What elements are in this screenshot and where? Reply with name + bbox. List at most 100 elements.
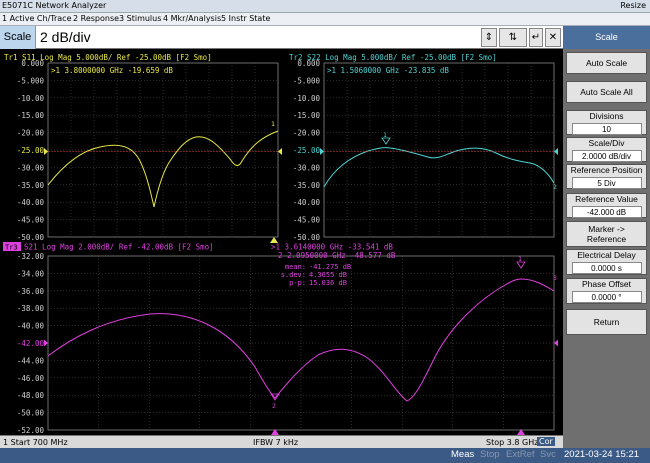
trace3-ytick-label: -52.00 [17,426,45,435]
stats-value-mean: -41.275 dB [309,263,351,271]
svg-text:2: 2 [553,183,557,191]
trace1-ytick-label: 0.000 [21,59,44,68]
trace2-ytick-label: -50.00 [293,233,321,242]
trace3-ytick-label: -36.00 [17,287,45,296]
stats-label-sdev: s.dev: [281,271,306,279]
entry-bar: Scale 2 dB/div ⇕ ⇅ ↵ ✕ [0,26,563,49]
electrical-delay-button[interactable]: Electrical Delay 0.0000 s [566,249,647,275]
stats-label-pp: p-p: [289,279,306,287]
stats-value-pp: 15.036 dB [309,279,347,287]
trace2-ytick-label: -40.00 [293,198,321,207]
trace3-ytick-label: -48.00 [17,391,45,400]
trace3-ytick-label: -34.00 [17,269,45,278]
menu-item-response[interactable]: 2 Response [73,14,119,23]
ref-value-label: Reference Value [575,194,638,204]
trace2-ytick-label: -10.00 [293,94,321,103]
return-button[interactable]: Return [566,309,647,335]
trace2-header: Tr2 S22 Log Mag 5.000dB/ Ref -25.00dB [F… [289,53,497,62]
menu-item-stimulus[interactable]: 3 Stimulus [119,14,161,23]
trace2-ytick-label: -15.00 [293,111,321,120]
datetime-display: 2021-03-24 15:21 [564,449,640,460]
trace1-marker-readout: >1 3.8000000 GHz -19.659 dB [51,66,173,75]
svg-text:1: 1 [518,255,522,263]
ref-position-button[interactable]: Reference Position 5 Div [566,164,647,189]
trace2-ytick-label: -35.00 [293,181,321,190]
phase-offset-label: Phase Offset [582,279,631,289]
stats-label-mean: mean: [285,263,306,271]
trace3-ytick-label: -40.00 [17,322,45,331]
cor-badge: Cor [537,437,555,446]
trace1-marker-flag: 1 [271,120,275,128]
stop-frequency: Stop 3.8 GHz [486,438,539,447]
stats-value-sdev: 4.3655 dB [309,271,347,279]
divisions-label: Divisions [589,111,624,121]
elec-delay-value: 0.0000 s [571,262,642,274]
trace2-ytick-label: -20.00 [293,129,321,138]
trace2-marker-flag: 1 [383,131,387,139]
trace1-ytick-label: -50.00 [17,233,45,242]
trace2-marker-readout: >1 1.5060000 GHz -23.835 dB [327,66,449,75]
title-bar: E5071C Network Analyzer Resize [0,0,650,13]
instrument-status-bar: Meas Stop ExtRef Svc 2021-03-24 15:21 [0,448,650,463]
trace1-ytick-label: -10.00 [17,94,45,103]
trace2-ytick-label: -5.000 [293,76,321,85]
scale-div-value: 2.0000 dB/div [571,150,642,162]
marker-ref-line2: Reference [586,234,627,244]
ifbw-readout: IFBW 7 kHz [253,438,299,447]
trace2-ytick-label: -30.00 [293,163,321,172]
resize-label[interactable]: Resize [620,1,646,10]
trace1-ytick-label: -5.000 [17,76,45,85]
trace1-ytick-label: -20.00 [17,129,45,138]
menu-bar: 1 Active Ch/Trace 2 Response 3 Stimulus … [0,13,650,26]
spin-up-down-icon[interactable]: ⇕ [481,28,497,47]
start-frequency: 1 Start 700 MHz [3,438,68,447]
auto-scale-button[interactable]: Auto Scale [566,52,647,74]
step-up-down-icon[interactable]: ⇅ [499,28,527,47]
svg-text:2: 2 [272,402,276,410]
divisions-button[interactable]: Divisions 10 [566,110,647,135]
svc-indicator: Svc [540,449,556,460]
scale-div-button[interactable]: Scale/Div 2.0000 dB/div [566,137,647,162]
softkey-panel-title: Scale [563,26,650,49]
trace2-ytick-label: -45.00 [293,216,321,225]
menu-item-instr-state[interactable]: 5 Instr State [221,14,270,23]
trace3-header: S21 Log Mag 2.000dB/ Ref -42.00dB [F2 Sm… [24,243,214,252]
softkey-panel: Scale Auto Scale Auto Scale All Division… [563,26,650,448]
trace3-ytick-label: -46.00 [17,374,45,383]
elec-delay-label: Electrical Delay [577,250,636,260]
trace3-marker2-readout: 2 2.0950000 GHz -48.577 dB [278,251,396,260]
stop-indicator: Stop [480,449,500,460]
menu-item-active-ch[interactable]: 1 Active Ch/Trace [2,14,72,23]
trace3-ytick-label: -42.00 [17,339,45,348]
phase-offset-value: 0.0000 ° [571,291,642,303]
svg-text:3: 3 [553,274,557,282]
menu-item-mkr-analysis[interactable]: 4 Mkr/Analysis [163,14,221,23]
trace1-ytick-label: -40.00 [17,198,45,207]
trace3-ytick-label: -44.00 [17,356,45,365]
trace-display: Tr1 S11 Log Mag 5.000dB/ Ref -25.00dB [F… [0,49,563,435]
trace3-ytick-label: -32.00 [17,252,45,261]
ref-position-label: Reference Position [570,165,643,175]
ref-value-button[interactable]: Reference Value -42.000 dB [566,193,647,218]
phase-offset-button[interactable]: Phase Offset 0.0000 ° [566,278,647,304]
entry-label: Scale [0,26,36,49]
trace3-ytick-label: -50.00 [17,409,45,418]
ref-position-value: 5 Div [571,177,642,189]
window-title: E5071C Network Analyzer [2,1,107,10]
marker-to-reference-button[interactable]: Marker -> Reference [566,221,647,247]
enter-icon[interactable]: ↵ [529,28,543,47]
auto-scale-all-button[interactable]: Auto Scale All [566,81,647,103]
trace2-ytick-label: 0.000 [297,59,320,68]
entry-value-field[interactable]: 2 dB/div [40,29,91,45]
close-icon[interactable]: ✕ [545,28,561,47]
trace1-ytick-label: -45.00 [17,216,45,225]
trace1-ytick-label: -15.00 [17,111,45,120]
trace1-ytick-label: -30.00 [17,163,45,172]
trace1-ytick-label: -25.00 [17,146,45,155]
scale-div-label: Scale/Div [588,138,625,148]
trace1-ytick-label: -35.00 [17,181,45,190]
marker-ref-line1: Marker -> [588,224,625,234]
trace3-ytick-label: -38.00 [17,304,45,313]
status-bar: 1 Start 700 MHz IFBW 7 kHz Stop 3.8 GHz … [0,435,563,448]
trace3-badge-label: Tr3 [5,244,18,252]
